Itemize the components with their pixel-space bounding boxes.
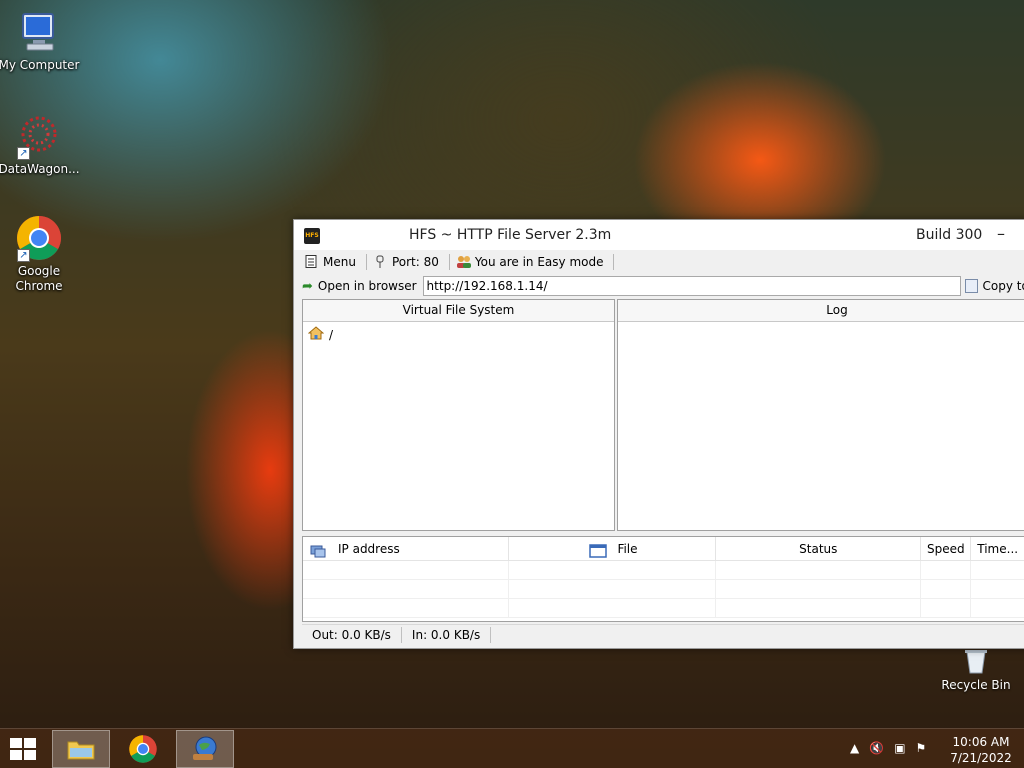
recycle-bin-icon (961, 648, 991, 674)
home-icon (307, 326, 325, 344)
mode-label: You are in Easy mode (474, 255, 604, 269)
toolbar: Menu Port: 80 You are in Easy mode (302, 251, 1024, 273)
maximize-button[interactable]: ☐ (1019, 223, 1024, 245)
open-in-browser-button[interactable]: ➦ Open in browser (302, 279, 423, 294)
shortcut-arrow-icon: ↗ (17, 249, 30, 262)
table-row (303, 599, 1024, 618)
copy-label: Copy to (982, 279, 1024, 293)
hfs-globe-icon (193, 736, 217, 760)
file-label: File (617, 542, 638, 556)
menu-icon (304, 255, 318, 269)
port-label: Port: 80 (391, 255, 439, 269)
desktop-icon-label: My Computer (0, 58, 80, 72)
taskbar-file-explorer[interactable] (52, 730, 110, 768)
menu-button[interactable]: Menu (302, 252, 362, 272)
open-in-browser-label: Open in browser (317, 279, 417, 293)
network-icon (310, 542, 326, 566)
url-input[interactable] (422, 276, 961, 296)
log-panel[interactable]: Log (617, 299, 1024, 531)
column-speed[interactable]: Speed (921, 537, 972, 560)
table-row (303, 561, 1024, 580)
chrome-icon: ↗ (15, 214, 63, 262)
column-file[interactable]: File (509, 537, 717, 560)
taskbar-clock[interactable]: 10:06 AM 7/21/2022 (946, 734, 1016, 766)
in-speed: In: 0.0 KB/s (402, 626, 492, 643)
volume-muted-icon[interactable]: 🔇 (869, 741, 884, 755)
desktop-icon-label: DataWagon... (0, 162, 80, 176)
speed-label: Speed (927, 542, 965, 556)
vfs-root-item[interactable]: / (303, 322, 614, 344)
ip-address-label: IP address (338, 542, 400, 556)
copy-to-clipboard-button[interactable]: Copy to (964, 279, 1024, 293)
system-tray: ▲ 🔇 ▣ ⚑ (850, 741, 936, 755)
network-icon[interactable]: ▣ (894, 741, 905, 755)
column-status[interactable]: Status (716, 537, 922, 560)
taskbar-chrome[interactable] (114, 730, 172, 768)
plug-icon (373, 255, 387, 269)
computer-icon (15, 8, 63, 56)
file-window-icon (589, 542, 608, 566)
virtual-file-system-panel[interactable]: Virtual File System / (302, 299, 615, 531)
toolbar-separator (365, 254, 367, 270)
column-ip-address[interactable]: IP address (303, 537, 510, 560)
vfs-root-label: / (329, 328, 334, 342)
arrow-open-icon: ➦ (302, 278, 313, 294)
chrome-icon (129, 735, 157, 763)
start-button[interactable] (10, 738, 38, 760)
clock-time: 10:06 AM (952, 735, 1010, 749)
desktop-icon-datawagon[interactable]: ↗ DataWagon... (0, 112, 81, 177)
build-label: Build 300 (916, 227, 983, 243)
folder-icon (67, 741, 95, 760)
toolbar-separator (613, 254, 615, 270)
datawagon-icon: ↗ (15, 112, 63, 160)
windows-logo-icon (10, 738, 22, 748)
title-bar[interactable]: HFS HFS ~ HTTP File Server 2.3m Build 30… (294, 220, 1024, 250)
url-row: ➦ Open in browser Copy to (302, 275, 1024, 297)
column-time[interactable]: Time... (971, 537, 1024, 560)
shortcut-arrow-icon: ↗ (17, 147, 30, 160)
vfs-header: Virtual File System (303, 300, 614, 322)
status-bar: Out: 0.0 KB/s In: 0.0 KB/s (302, 624, 1024, 644)
log-header: Log (618, 300, 1024, 322)
toolbar-separator (448, 254, 450, 270)
port-button[interactable]: Port: 80 (371, 252, 445, 272)
desktop-icon-recycle-bin[interactable]: Recycle Bin (940, 648, 1012, 692)
hfs-app-icon: HFS (304, 228, 320, 244)
table-row (303, 580, 1024, 599)
connections-panel[interactable]: IP address File Status Speed Time... (302, 536, 1024, 622)
out-speed: Out: 0.0 KB/s (302, 626, 402, 643)
hfs-window: HFS HFS ~ HTTP File Server 2.3m Build 30… (293, 219, 1024, 649)
desktop-icon-label: Google Chrome (15, 264, 63, 293)
taskbar: ▲ 🔇 ▣ ⚑ 10:06 AM 7/21/2022 (0, 728, 1024, 768)
window-title: HFS ~ HTTP File Server 2.3m (409, 227, 612, 243)
status-label: Status (799, 542, 838, 556)
desktop-icon-google-chrome[interactable]: ↗ Google Chrome (0, 214, 81, 294)
minimize-button[interactable]: – (989, 223, 1013, 245)
connections-header: IP address File Status Speed Time... (303, 537, 1024, 561)
recycle-bin-label: Recycle Bin (941, 678, 1011, 692)
copy-icon (964, 279, 978, 293)
menu-label: Menu (323, 255, 356, 269)
taskbar-hfs[interactable] (176, 730, 234, 768)
desktop-icon-my-computer[interactable]: My Computer (0, 8, 81, 73)
action-center-icon[interactable]: ⚑ (916, 741, 927, 755)
tray-expand-icon[interactable]: ▲ (850, 741, 859, 755)
users-icon (456, 255, 471, 269)
time-label: Time... (977, 542, 1019, 556)
easy-mode-button[interactable]: You are in Easy mode (454, 252, 610, 272)
clock-date: 7/21/2022 (950, 751, 1012, 765)
